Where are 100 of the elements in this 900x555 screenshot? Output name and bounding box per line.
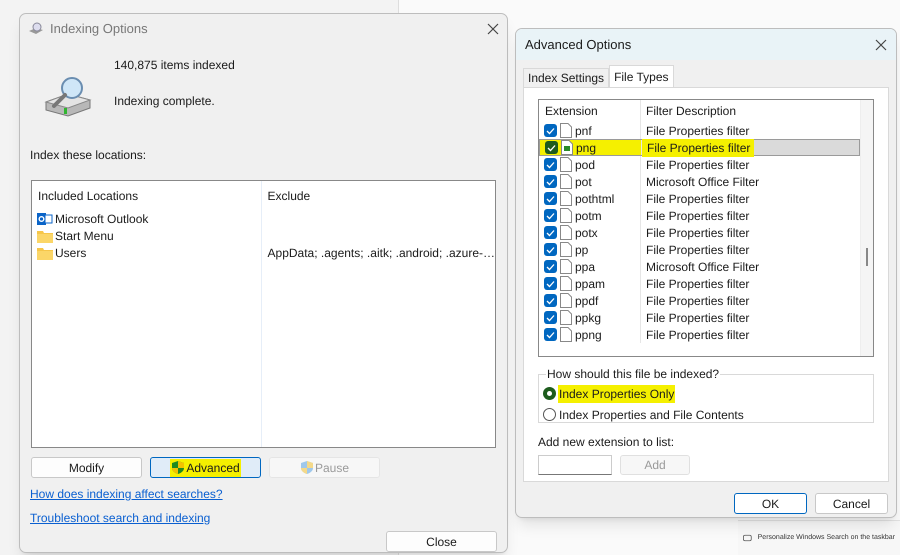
column-header: Extension [539, 100, 641, 122]
file-type-row[interactable]: ppa Microsoft Office Filter [539, 258, 860, 275]
tab[interactable]: Index Settings [523, 68, 610, 87]
column-header: Included Locations [37, 188, 140, 205]
file-type-row[interactable]: pot Microsoft Office Filter [539, 173, 860, 190]
file-icon [560, 123, 572, 138]
file-type-row[interactable]: ppkg File Properties filter [539, 309, 860, 326]
filter-text: File Properties filter [645, 292, 750, 310]
radio-label[interactable]: Index Properties Only [558, 384, 676, 402]
taskbar-icon [743, 534, 752, 542]
help-link[interactable]: How does indexing affect searches? [30, 485, 223, 503]
extension-text: potm [575, 208, 602, 224]
filter-text: File Properties filter [645, 276, 750, 292]
file-type-row[interactable]: pothtml File Properties filter [539, 190, 860, 207]
locations-label: Index these locations: [30, 146, 148, 164]
filter-text: Microsoft Office Filter [645, 258, 760, 276]
extension-text: pot [575, 174, 592, 190]
help-link[interactable]: Troubleshoot search and indexing [30, 509, 210, 527]
file-type-row[interactable]: pp File Properties filter [539, 241, 860, 258]
column-header: Exclude [268, 188, 312, 205]
extension-text: ppng [575, 326, 602, 344]
file-icon [560, 242, 572, 257]
items-count: 140,875 items indexed [114, 56, 235, 74]
folder-icon [37, 230, 53, 243]
filter-text: File Properties filter [642, 138, 754, 156]
file-icon [560, 327, 572, 342]
extension-text: ppdf [575, 292, 598, 310]
radio-button[interactable] [543, 408, 556, 421]
file-type-row[interactable]: png File Properties filter [539, 139, 860, 156]
checkbox[interactable] [544, 260, 557, 273]
filter-text: Microsoft Office Filter [645, 174, 760, 190]
file-icon [560, 293, 572, 308]
file-icon [561, 140, 573, 155]
extension-text: pnf [575, 122, 592, 140]
close-icon[interactable] [875, 38, 887, 50]
checkbox[interactable] [544, 328, 557, 341]
checkbox[interactable] [544, 192, 557, 205]
radio-label[interactable]: Index Properties and File Contents [558, 406, 745, 424]
filter-text: File Properties filter [645, 310, 750, 326]
column-header: Filter Description [645, 103, 736, 120]
window-title: Advanced Options [525, 36, 632, 54]
shield-button[interactable]: Advanced [150, 457, 261, 478]
file-icon [560, 191, 572, 206]
file-icon [560, 310, 572, 325]
app-icon [28, 22, 44, 36]
location-name[interactable]: Start Menu [55, 227, 114, 246]
group-label: How should this file be indexed? [546, 366, 720, 383]
extension-text: ppkg [575, 310, 602, 326]
file-type-row[interactable]: ppam File Properties filter [539, 275, 860, 292]
file-icon [560, 174, 572, 189]
filter-text: File Properties filter [645, 326, 750, 344]
checkbox[interactable] [544, 209, 557, 222]
filter-text: File Properties filter [645, 224, 750, 242]
filter-text: File Properties filter [645, 242, 750, 258]
file-type-row[interactable]: ppng File Properties filter [539, 326, 860, 343]
folder-icon [37, 246, 53, 260]
file-icon [560, 225, 572, 240]
checkbox[interactable] [544, 311, 557, 324]
extension-text: png [576, 140, 596, 156]
action-button[interactable]: Modify [31, 457, 142, 478]
close-button[interactable]: Close [386, 531, 497, 552]
extension-text: pod [575, 156, 596, 174]
mail-app-icon [37, 212, 53, 226]
checkbox[interactable] [544, 294, 557, 307]
extension-text: ppam [575, 276, 606, 292]
checkbox[interactable] [544, 243, 557, 256]
checkbox[interactable] [544, 124, 557, 137]
location-name[interactable]: Microsoft Outlook [55, 210, 148, 228]
extension-text: pp [575, 242, 588, 258]
status-text: Indexing complete. [114, 92, 216, 110]
checkbox[interactable] [544, 158, 557, 171]
extension-text: potx [575, 224, 598, 242]
file-icon [560, 157, 572, 172]
scrollbar[interactable] [860, 100, 873, 356]
extension-text: ppa [575, 258, 596, 276]
file-type-row[interactable]: ppdf File Properties filter [539, 292, 860, 309]
radio-button[interactable] [543, 387, 556, 400]
tab[interactable]: File Types [609, 65, 674, 87]
ok-button[interactable]: OK [734, 493, 807, 514]
filter-text: File Properties filter [645, 190, 750, 208]
file-type-row[interactable]: potx File Properties filter [539, 224, 860, 241]
extension-field[interactable] [538, 455, 612, 475]
checkbox[interactable] [544, 175, 557, 188]
file-icon [560, 208, 572, 223]
location-name[interactable]: Users [55, 244, 86, 262]
extension-text: pothtml [575, 190, 614, 208]
exclude-text: AppData; .agents; .aitk; .android; .azure-… [268, 245, 495, 262]
file-icon [560, 259, 572, 274]
window-title: Indexing Options [50, 20, 148, 38]
checkbox[interactable] [544, 226, 557, 239]
close-icon[interactable] [487, 22, 499, 35]
checkbox[interactable] [545, 141, 558, 154]
add-extension-label: Add new extension to list: [538, 434, 676, 451]
filter-text: File Properties filter [645, 208, 750, 224]
checkbox[interactable] [544, 277, 557, 290]
cancel-button[interactable]: Cancel [815, 493, 888, 514]
file-type-row[interactable]: potm File Properties filter [539, 207, 860, 224]
shield-icon [300, 460, 314, 475]
filter-text: File Properties filter [645, 122, 750, 140]
file-type-row[interactable]: pod File Properties filter [539, 156, 860, 173]
